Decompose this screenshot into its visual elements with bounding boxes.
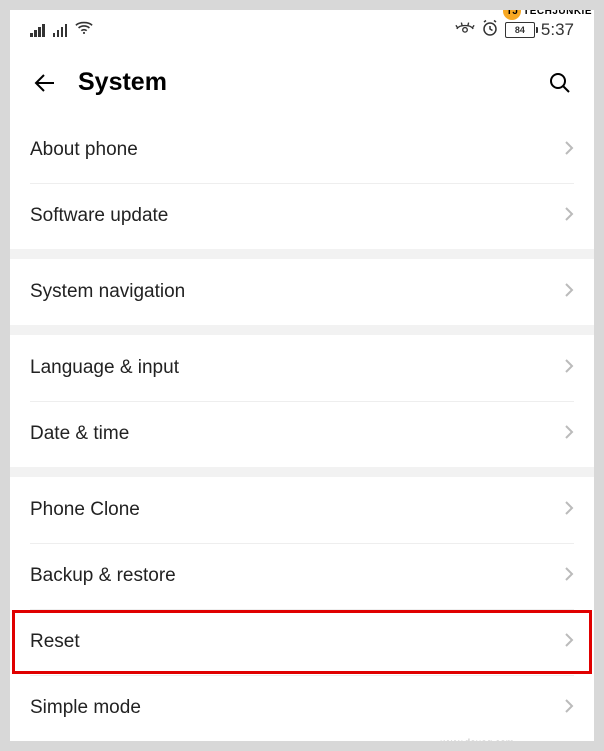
settings-item-backup-restore[interactable]: Backup & restore: [10, 543, 594, 609]
group-separator: [10, 325, 594, 335]
signal-bars-2-icon: [53, 23, 68, 37]
chevron-right-icon: [564, 566, 574, 587]
settings-item-date-time[interactable]: Date & time: [10, 401, 594, 467]
group-separator: [10, 467, 594, 477]
clock-time: 5:37: [541, 20, 574, 40]
search-icon: [548, 71, 572, 95]
battery-level: 84: [515, 25, 525, 35]
settings-item-label: Reset: [30, 631, 80, 653]
settings-item-label: Backup & restore: [30, 565, 176, 587]
settings-item-label: Phone Clone: [30, 499, 140, 521]
chevron-right-icon: [564, 698, 574, 719]
device-frame: TJ TECHJUNKIE 84 5:37 System: [0, 0, 604, 751]
settings-item-label: About phone: [30, 139, 138, 161]
settings-item-simple-mode[interactable]: Simple mode: [10, 675, 594, 741]
signal-bars-1-icon: [30, 23, 45, 37]
watermark-bottom: www.deuaq.com: [441, 738, 514, 749]
settings-item-about-phone[interactable]: About phone: [10, 117, 594, 183]
settings-item-label: Language & input: [30, 357, 179, 379]
settings-item-language-input[interactable]: Language & input: [10, 335, 594, 401]
battery-icon: 84: [505, 22, 535, 38]
settings-item-software-update[interactable]: Software update: [10, 183, 594, 249]
header: System: [10, 50, 594, 117]
eye-comfort-icon: [455, 21, 475, 40]
settings-item-phone-clone[interactable]: Phone Clone: [10, 477, 594, 543]
settings-item-label: Software update: [30, 205, 168, 227]
settings-item-system-navigation[interactable]: System navigation: [10, 259, 594, 325]
back-arrow-icon: [32, 71, 56, 95]
chevron-right-icon: [564, 632, 574, 653]
page-title: System: [78, 68, 167, 97]
group-separator: [10, 249, 594, 259]
settings-item-label: Simple mode: [30, 697, 141, 719]
status-right: 84 5:37: [455, 19, 574, 42]
status-left: [30, 21, 93, 40]
settings-item-reset[interactable]: Reset: [10, 609, 594, 675]
wifi-icon: [75, 21, 93, 40]
techjunkie-badge: TJ: [503, 2, 521, 20]
search-button[interactable]: [546, 69, 574, 97]
settings-item-label: Date & time: [30, 423, 129, 445]
chevron-right-icon: [564, 424, 574, 445]
chevron-right-icon: [564, 282, 574, 303]
watermark-top: TJ TECHJUNKIE: [503, 2, 592, 20]
chevron-right-icon: [564, 140, 574, 161]
settings-item-label: System navigation: [30, 281, 185, 303]
chevron-right-icon: [564, 206, 574, 227]
chevron-right-icon: [564, 358, 574, 379]
back-button[interactable]: [30, 69, 58, 97]
alarm-icon: [481, 19, 499, 42]
settings-list: About phone Software update System navigat…: [10, 117, 594, 741]
chevron-right-icon: [564, 500, 574, 521]
techjunkie-text: TECHJUNKIE: [523, 6, 592, 17]
